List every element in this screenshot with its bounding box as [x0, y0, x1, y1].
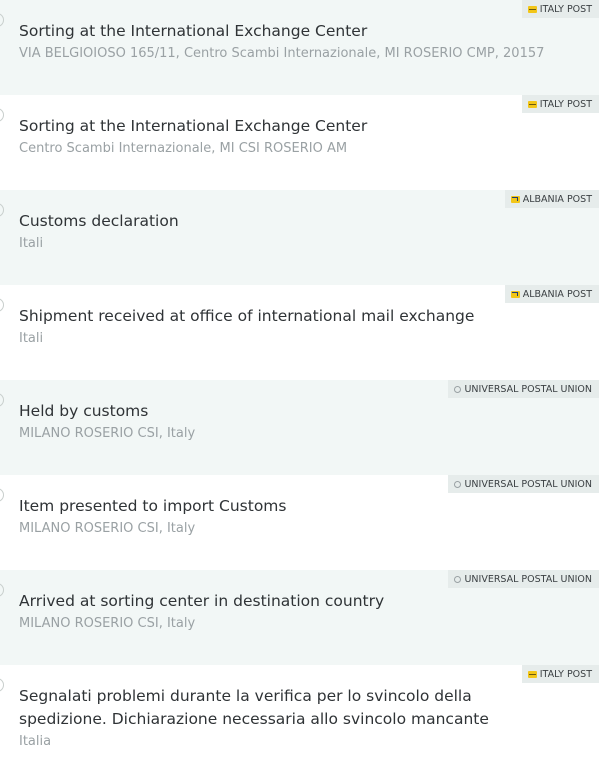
carrier-badge: ITALY POST — [521, 0, 599, 18]
event-location: MILANO ROSERIO CSI, Italy — [19, 426, 196, 441]
albania-post-logo-icon — [510, 290, 520, 298]
timeline-dot — [0, 583, 4, 597]
italy-post-logo-icon — [527, 670, 537, 678]
albania-post-logo-icon — [510, 195, 520, 203]
italy-post-logo-icon — [527, 5, 537, 13]
carrier-badge: UNIVERSAL POSTAL UNION — [448, 570, 599, 588]
carrier-badge: ALBANIA POST — [504, 190, 599, 208]
tracking-event: ITALY POST Sorting at the International … — [0, 95, 599, 190]
event-title: Segnalati problemi durante la verifica p… — [19, 687, 489, 728]
carrier-name: UNIVERSAL POSTAL UNION — [464, 573, 592, 585]
timeline-dot — [0, 488, 4, 502]
timeline-dot — [0, 678, 4, 692]
tracking-event: ITALY POST Segnalati problemi durante la… — [0, 665, 599, 768]
upu-logo-icon — [454, 385, 462, 393]
carrier-badge: ALBANIA POST — [504, 285, 599, 303]
carrier-name: ITALY POST — [539, 3, 592, 15]
event-location: MILANO ROSERIO CSI, Italy — [19, 616, 196, 631]
tracking-timeline: ITALY POST Sorting at the International … — [0, 0, 599, 768]
event-location: Centro Scambi Internazionale, MI CSI ROS… — [19, 141, 348, 156]
carrier-name: UNIVERSAL POSTAL UNION — [464, 383, 592, 395]
upu-logo-icon — [454, 480, 462, 488]
tracking-event: UNIVERSAL POSTAL UNION Arrived at sortin… — [0, 570, 599, 665]
timeline-dot — [0, 393, 4, 407]
carrier-badge: UNIVERSAL POSTAL UNION — [448, 380, 599, 398]
event-title: Sorting at the International Exchange Ce… — [19, 117, 368, 135]
event-location: MILANO ROSERIO CSI, Italy — [19, 521, 196, 536]
event-title: Arrived at sorting center in destination… — [19, 592, 385, 610]
tracking-event: UNIVERSAL POSTAL UNION Item presented to… — [0, 475, 599, 570]
tracking-event: ALBANIA POST Shipment received at office… — [0, 285, 599, 380]
tracking-event: ITALY POST Sorting at the International … — [0, 0, 599, 95]
carrier-badge: UNIVERSAL POSTAL UNION — [448, 475, 599, 493]
tracking-event: UNIVERSAL POSTAL UNION Held by customs M… — [0, 380, 599, 475]
timeline-dot — [0, 13, 4, 27]
timeline-dot — [0, 108, 4, 122]
timeline-dot — [0, 298, 4, 312]
tracking-event: ALBANIA POST Customs declaration Itali — [0, 190, 599, 285]
carrier-name: ITALY POST — [539, 668, 592, 680]
carrier-name: ITALY POST — [539, 98, 592, 110]
event-title: Sorting at the International Exchange Ce… — [19, 22, 368, 40]
event-location: Italia — [19, 734, 52, 749]
event-title: Held by customs — [19, 402, 149, 420]
carrier-badge: ITALY POST — [521, 95, 599, 113]
carrier-name: ALBANIA POST — [522, 288, 592, 300]
event-location: VIA BELGIOIOSO 165/11, Centro Scambi Int… — [19, 46, 545, 61]
carrier-name: ALBANIA POST — [522, 193, 592, 205]
event-location: Itali — [19, 236, 44, 251]
event-location: Itali — [19, 331, 44, 346]
event-title: Item presented to import Customs — [19, 497, 287, 515]
carrier-name: UNIVERSAL POSTAL UNION — [464, 478, 592, 490]
event-title: Customs declaration — [19, 212, 179, 230]
timeline-dot — [0, 203, 4, 217]
event-title: Shipment received at office of internati… — [19, 307, 475, 325]
upu-logo-icon — [454, 575, 462, 583]
italy-post-logo-icon — [527, 100, 537, 108]
carrier-badge: ITALY POST — [521, 665, 599, 683]
